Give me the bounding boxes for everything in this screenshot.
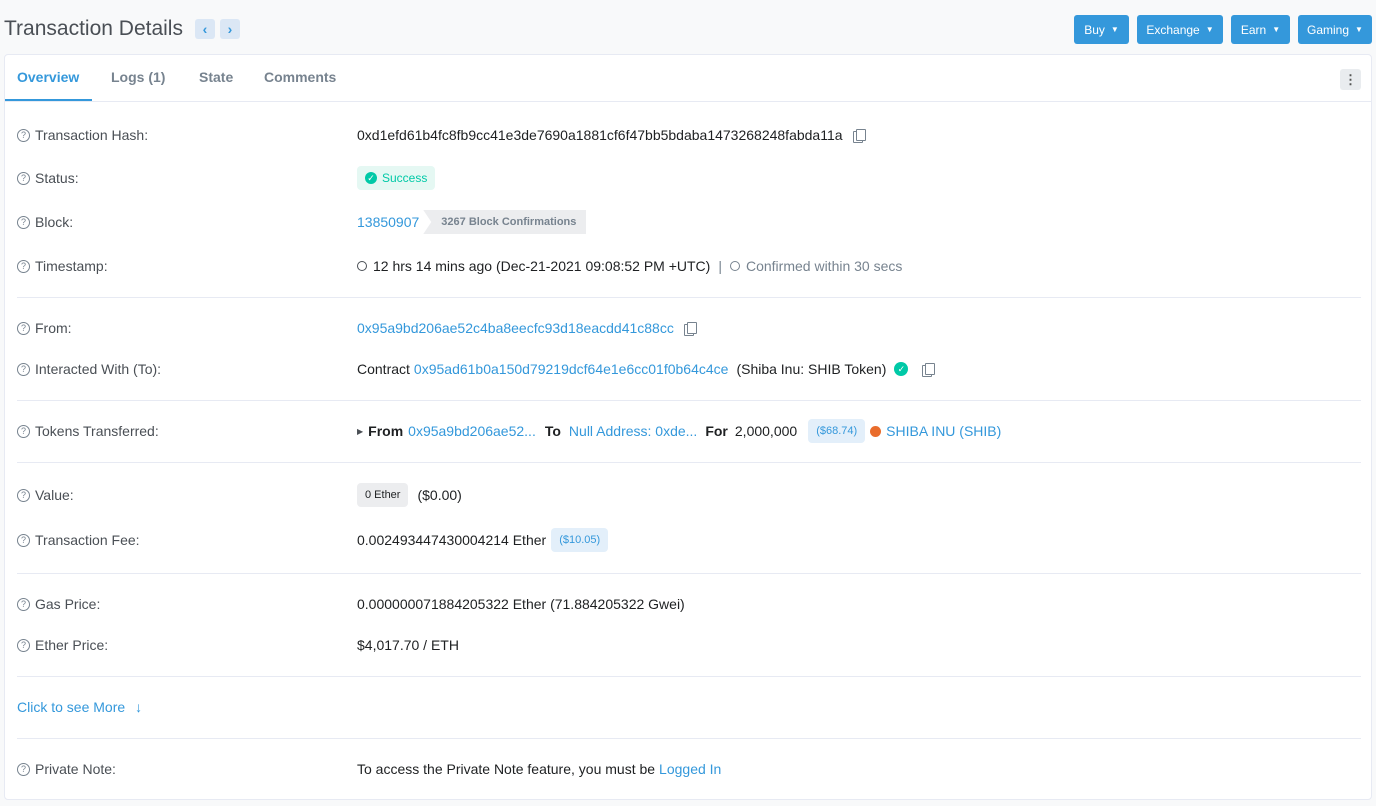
row-value: ? Value: 0 Ether ($0.00) <box>17 483 1361 507</box>
fee-usd-badge: ($10.05) <box>551 528 609 552</box>
gaming-button[interactable]: Gaming ▼ <box>1298 15 1372 44</box>
fee-value: 0.002493447430004214 Ether <box>357 532 547 548</box>
gas-price-value: 0.000000071884205322 Ether (71.884205322… <box>357 596 685 612</box>
divider <box>17 297 1361 298</box>
status-badge: ✓ Success <box>357 166 436 190</box>
token-to-label: To <box>544 423 561 439</box>
token-for-label: For <box>705 423 728 439</box>
row-block: ? Block: 13850907 3267 Block Confirmations <box>17 210 1361 234</box>
row-transaction-fee: ? Transaction Fee: 0.002493447430004214 E… <box>17 528 1361 552</box>
contract-address-link[interactable]: 0x95ad61b0a150d79219dcf64e1e6cc01f0b64c4… <box>414 361 729 377</box>
block-number-link[interactable]: 13850907 <box>357 214 419 230</box>
page-header: Transaction Details ‹ › Buy ▼ Exchange ▼ E… <box>0 0 1376 54</box>
value-usd: ($0.00) <box>417 487 462 503</box>
chevron-down-icon: ▼ <box>1205 25 1214 34</box>
shiba-inu-logo-icon <box>870 425 882 437</box>
contract-name: (Shiba Inu: SHIB Token) <box>736 361 887 377</box>
value-ether-badge: 0 Ether <box>357 483 409 507</box>
row-label: Ether Price: <box>35 637 109 653</box>
token-name-link[interactable]: SHIBA INU (SHIB) <box>886 423 1001 439</box>
divider <box>17 462 1361 463</box>
timestamp-value: 12 hrs 14 mins ago (Dec-21-2021 09:08:52… <box>373 258 711 274</box>
chevron-left-icon[interactable]: ‹ <box>195 19 215 39</box>
copy-icon[interactable] <box>683 321 697 336</box>
contract-prefix: Contract <box>357 361 410 377</box>
chevron-down-icon: ▼ <box>1110 25 1119 34</box>
row-interacted-with: ? Interacted With (To): Contract 0x95ad61b… <box>17 357 1361 381</box>
row-label: Timestamp: <box>35 258 108 274</box>
check-circle-icon: ✓ <box>365 172 377 184</box>
help-icon: ? <box>17 215 30 229</box>
help-icon: ? <box>17 128 30 142</box>
clock-icon <box>357 261 367 271</box>
row-transaction-hash: ? Transaction Hash: 0xd1efd61b4fc8fb9cc41… <box>17 123 1361 147</box>
help-icon: ? <box>17 362 30 376</box>
help-icon: ? <box>17 762 30 776</box>
exchange-button[interactable]: Exchange ▼ <box>1137 15 1223 44</box>
block-confirmations-badge: 3267 Block Confirmations <box>423 210 587 234</box>
from-address-link[interactable]: 0x95a9bd206ae52c4ba8eecfc93d18eacdd41c88… <box>357 320 674 336</box>
tab-comments[interactable]: Comments <box>264 69 336 85</box>
tab-logs[interactable]: Logs (1) <box>111 69 165 85</box>
row-private-note: ? Private Note: To access the Private Not… <box>17 757 1361 781</box>
token-amount: 2,000,000 <box>734 423 798 439</box>
help-icon: ? <box>17 488 30 502</box>
chevron-down-icon: ▼ <box>1355 25 1363 34</box>
divider <box>17 738 1361 739</box>
row-label: Transaction Fee: <box>35 532 140 548</box>
chevron-down-icon: ▼ <box>1272 25 1281 34</box>
tab-state[interactable]: State <box>199 69 233 85</box>
divider <box>17 676 1361 677</box>
row-label: Status: <box>35 170 79 186</box>
tabs-divider <box>5 101 1371 102</box>
help-icon: ? <box>17 638 30 652</box>
confirmed-within: Confirmed within 30 secs <box>745 258 903 274</box>
row-from: ? From: 0x95a9bd206ae52c4ba8eecfc93d18eac… <box>17 316 1361 340</box>
token-usd-badge: ($68.74) <box>808 419 866 443</box>
see-more-link[interactable]: Click to see More ↓ <box>17 695 1361 719</box>
copy-icon[interactable] <box>922 362 936 377</box>
row-gas-price: ? Gas Price: 0.000000071884205322 Ether (… <box>17 592 1361 616</box>
row-timestamp: ? Timestamp: 12 hrs 14 mins ago (Dec-21-2… <box>17 254 1361 278</box>
ether-price-value: $4,017.70 / ETH <box>357 637 459 653</box>
row-label: From: <box>35 320 72 336</box>
earn-button[interactable]: Earn ▼ <box>1231 15 1290 44</box>
help-icon: ? <box>17 321 30 335</box>
verified-icon: ✓ <box>894 362 909 376</box>
help-icon: ? <box>17 171 30 185</box>
row-label: Interacted With (To): <box>35 361 162 377</box>
more-options-button[interactable]: ⋮ <box>1340 69 1361 90</box>
row-label: Value: <box>35 487 74 503</box>
help-icon: ? <box>17 597 30 611</box>
buy-button[interactable]: Buy ▼ <box>1074 15 1129 44</box>
separator: | <box>718 258 722 274</box>
expand-triangle-icon[interactable]: ▶ <box>357 427 363 436</box>
row-tokens-transferred: ? Tokens Transferred: ▶ From 0x95a9bd206a… <box>17 419 1361 443</box>
copy-icon[interactable] <box>852 128 866 143</box>
timer-icon <box>729 261 740 271</box>
divider <box>17 573 1361 574</box>
arrow-down-icon: ↓ <box>135 699 143 715</box>
token-from-address-link[interactable]: 0x95a9bd206ae52... <box>408 423 536 439</box>
page-title: Transaction Details <box>4 17 183 40</box>
row-ether-price: ? Ether Price: $4,017.70 / ETH <box>17 633 1361 657</box>
transaction-card: Overview Logs (1) State Comments ⋮ ? Tran… <box>4 54 1372 800</box>
divider <box>17 400 1361 401</box>
tab-overview[interactable]: Overview <box>17 69 79 85</box>
help-icon: ? <box>17 259 30 273</box>
logged-in-link[interactable]: Logged In <box>659 761 721 777</box>
chevron-right-icon[interactable]: › <box>220 19 240 39</box>
token-to-address-link[interactable]: Null Address: 0xde... <box>569 423 697 439</box>
row-label: Transaction Hash: <box>35 127 149 143</box>
row-status: ? Status: ✓ Success <box>17 166 1361 190</box>
token-from-label: From <box>368 423 404 439</box>
help-icon: ? <box>17 424 30 438</box>
row-label: Private Note: <box>35 761 116 777</box>
help-icon: ? <box>17 533 30 547</box>
row-label: Gas Price: <box>35 596 101 612</box>
private-note-text: To access the Private Note feature, you … <box>357 761 656 777</box>
row-label: Tokens Transferred: <box>35 423 159 439</box>
row-label: Block: <box>35 214 74 230</box>
transaction-hash: 0xd1efd61b4fc8fb9cc41e3de7690a1881cf6f47… <box>357 127 843 143</box>
